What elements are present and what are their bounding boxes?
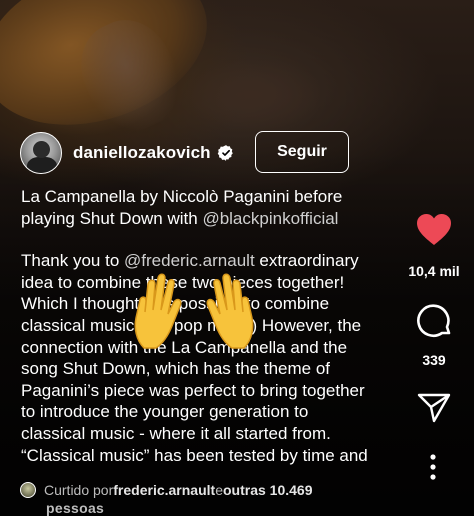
caption-text: extraordinary (254, 251, 359, 271)
violin-pegbox (190, 60, 320, 130)
liked-by-suffix: pessoas (46, 500, 105, 516)
liked-by-middle: e (215, 482, 223, 498)
caption-text: La Campanella by Niccolò Paganini before (21, 187, 343, 206)
avatar[interactable] (20, 132, 62, 174)
comment-icon[interactable] (416, 303, 452, 339)
liked-by-row[interactable]: Curtido por frederic.arnault e outras 10… (20, 482, 313, 498)
liker-username[interactable]: frederic.arnault (113, 482, 215, 498)
raised-hands-emoji (206, 273, 254, 349)
caption-line: Thank you to @frederic.arnault extraordi… (21, 250, 389, 272)
follow-button[interactable]: Seguir (255, 131, 349, 173)
heart-icon[interactable] (416, 213, 452, 246)
others-count[interactable]: outras 10.469 (223, 482, 313, 498)
share-icon[interactable] (417, 393, 451, 423)
caption-text: Thank you to (21, 251, 125, 271)
raised-hands-emoji (134, 273, 182, 349)
caption-line: classical music - where it all started f… (21, 423, 331, 443)
liker-avatar (20, 482, 36, 498)
liked-by-prefix: Curtido por (44, 482, 114, 498)
caption-line: “Classical music” has been tested by tim… (21, 445, 368, 465)
more-icon[interactable] (428, 454, 438, 480)
caption-line: song Shut Down, which has the theme of (21, 359, 331, 379)
username[interactable]: daniellozakovich (73, 143, 211, 163)
caption-line: Paganini’s piece was perfect to bring to… (21, 380, 365, 400)
mention-link[interactable]: @frederic.arnault (124, 251, 255, 270)
post-header: daniellozakovich (20, 131, 235, 175)
mention-link[interactable]: @blackpinkofficial (202, 209, 338, 228)
verified-badge-icon (217, 145, 233, 161)
caption-line: playing Shut Down with @blackpinkofficia… (21, 208, 389, 230)
caption-line: La Campanella by Niccolò Paganini before (21, 186, 389, 208)
caption-line: to introduce the younger generation to (21, 402, 309, 422)
caption-text: playing Shut Down with (21, 208, 203, 228)
